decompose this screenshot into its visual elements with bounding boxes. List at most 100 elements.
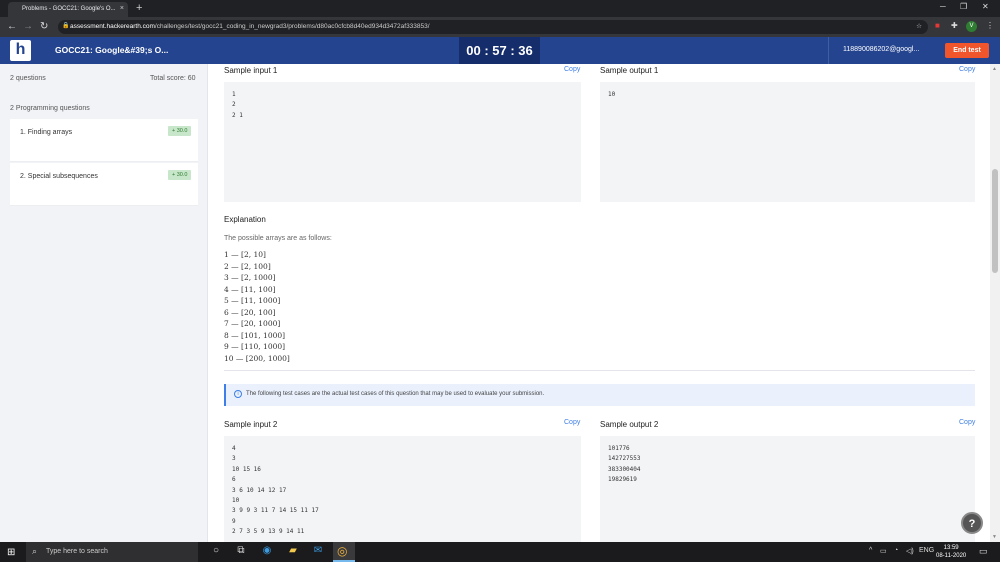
info-text: The following test cases are the actual … — [246, 391, 545, 397]
code-line: 1 — [232, 91, 236, 98]
page-scrollbar[interactable]: ▲ ▼ — [990, 64, 1000, 542]
bookmark-star-icon[interactable]: ☆ — [916, 22, 922, 30]
back-icon[interactable]: ← — [7, 21, 17, 32]
copy-output-1-button[interactable]: Copy — [959, 66, 975, 73]
code-line: 3 9 9 3 11 7 14 15 11 17 — [232, 507, 319, 515]
browser-tab[interactable]: Problems - GOCC21: Google's O... × — [8, 2, 128, 17]
app-header: h GOCC21: Google&#39;s O... 00 : 57 : 36… — [0, 37, 1000, 64]
search-icon: ⌕ — [32, 546, 38, 556]
code-line: 3 — [232, 455, 236, 463]
list-item: 7 — [20, 1000] — [224, 319, 281, 328]
code-line: 19829619 — [608, 476, 637, 484]
code-line: 9 — [232, 517, 236, 525]
info-icon: i — [234, 390, 242, 398]
info-notice: i The following test cases are the actua… — [224, 384, 975, 406]
copy-input-1-button[interactable]: Copy — [564, 66, 580, 73]
contest-title: GOCC21: Google&#39;s O... — [55, 45, 169, 55]
hackerearth-logo[interactable]: h — [10, 40, 31, 61]
sample-output-2-box: 101776 142727553 383300404 19829619 — [600, 436, 975, 542]
sample-input-1-box: 1 2 2 1 — [224, 82, 581, 202]
battery-icon[interactable]: ▭ — [880, 547, 887, 555]
clock-date: 08-11-2020 — [936, 553, 967, 559]
section-divider — [224, 370, 975, 371]
taskbar-search[interactable]: ⌕ Type here to search — [26, 542, 198, 562]
browser-menu-icon[interactable]: ⋮ — [986, 21, 994, 30]
code-line: 383300404 — [608, 465, 641, 473]
code-line: 10 — [232, 496, 240, 504]
code-line: 3 6 10 14 12 17 — [232, 486, 287, 494]
new-tab-icon[interactable]: + — [136, 2, 142, 14]
address-bar[interactable]: 🔒 assessment.hackerearth.com/challenges/… — [58, 20, 928, 34]
code-line: 10 — [608, 91, 616, 98]
cortana-icon[interactable]: ○ — [206, 545, 226, 556]
question-item-1[interactable]: 1. Finding arrays + 30.0 — [10, 119, 198, 162]
tab-title: Problems - GOCC21: Google's O... — [22, 6, 116, 12]
mail-icon[interactable]: ✉ — [308, 545, 328, 556]
problem-content: Sample input 1 Copy 1 2 2 1 Sample outpu… — [209, 64, 990, 542]
restore-icon[interactable]: ❐ — [960, 2, 967, 11]
question-count: 2 questions — [10, 75, 46, 82]
window-close-icon[interactable]: ✕ — [982, 2, 989, 11]
countdown-timer: 00 : 57 : 36 — [459, 37, 540, 64]
sample-input-2-label: Sample input 2 — [224, 420, 278, 429]
task-view-icon[interactable]: ⧉ — [231, 545, 251, 556]
code-line: 2 7 3 5 9 13 9 14 11 — [232, 528, 305, 536]
code-line: 101776 — [608, 445, 630, 452]
sample-output-2-label: Sample output 2 — [600, 420, 659, 429]
explanation-title: Explanation — [224, 215, 266, 224]
sample-output-1-label: Sample output 1 — [600, 66, 659, 75]
chrome-taskbar-button[interactable]: ◎ — [333, 542, 355, 562]
windows-taskbar: ⊞ ⌕ Type here to search ○ ⧉ ◉ ▰ ✉ ◎ ^ ▭ … — [0, 542, 1000, 562]
question-item-2[interactable]: 2. Special subsequences + 30.0 — [10, 163, 198, 206]
extensions-icon[interactable]: ✚ — [951, 21, 958, 30]
clock-time: 13:59 — [943, 545, 959, 551]
copy-output-2-button[interactable]: Copy — [959, 419, 975, 426]
network-icon[interactable]: ◔ — [894, 547, 898, 554]
user-email[interactable]: 118890086202@googl... — [828, 37, 936, 64]
profile-avatar[interactable]: V — [966, 21, 977, 32]
scroll-up-icon[interactable]: ▲ — [992, 66, 997, 72]
windows-start-icon[interactable]: ⊞ — [7, 547, 15, 558]
question-title: 1. Finding arrays — [20, 129, 73, 136]
code-line: 10 15 16 — [232, 465, 261, 473]
browser-tab-bar: Problems - GOCC21: Google's O... × + ─ ❐… — [0, 0, 1000, 17]
score-badge: + 30.0 — [168, 126, 192, 136]
question-sidebar: 2 questions Total score: 60 2 Programmin… — [0, 64, 208, 542]
code-line: 4 — [232, 445, 236, 452]
list-item: 10 — [200, 1000] — [224, 353, 290, 363]
list-item: 5 — [11, 1000] — [224, 296, 281, 305]
list-item: 8 — [101, 1000] — [224, 330, 286, 340]
volume-icon[interactable]: ◁) — [906, 547, 914, 555]
tray-chevron-icon[interactable]: ^ — [869, 547, 872, 554]
browser-toolbar: ← → ↻ 🔒 assessment.hackerearth.com/chall… — [0, 17, 1000, 37]
help-button[interactable]: ? — [961, 512, 983, 534]
sample-output-1-box: 10 — [600, 82, 975, 202]
list-item: 4 — [11, 100] — [224, 284, 276, 294]
url-path: /challenges/test/gocc21_coding_in_newgra… — [154, 23, 430, 30]
file-explorer-icon[interactable]: ▰ — [283, 545, 303, 556]
list-item: 9 — [110, 1000] — [224, 342, 286, 351]
total-score: Total score: 60 — [150, 75, 196, 82]
tab-close-icon[interactable]: × — [120, 5, 124, 12]
score-badge: + 30.0 — [168, 170, 192, 180]
list-item: 2 — [2, 100] — [224, 261, 271, 271]
edge-icon[interactable]: ◉ — [257, 545, 277, 556]
minimize-icon[interactable]: ─ — [940, 2, 946, 11]
scroll-down-icon[interactable]: ▼ — [992, 534, 997, 540]
list-item: 1 — [2, 10] — [224, 250, 266, 259]
language-indicator[interactable]: ENG — [919, 547, 934, 554]
system-clock[interactable]: 13:59 08-11-2020 — [936, 544, 966, 560]
list-item: 6 — [20, 100] — [224, 307, 276, 317]
end-test-button[interactable]: End test — [945, 43, 989, 58]
reload-icon[interactable]: ↻ — [40, 21, 48, 32]
lock-icon: 🔒 — [62, 23, 70, 29]
notification-icon[interactable]: ▭ — [979, 546, 988, 557]
pdf-extension-icon[interactable]: ■ — [935, 21, 940, 30]
search-placeholder: Type here to search — [46, 548, 108, 555]
url-host: assessment.hackerearth.com — [70, 23, 155, 30]
scrollbar-thumb[interactable] — [992, 169, 998, 273]
sample-input-1-label: Sample input 1 — [224, 66, 278, 75]
copy-input-2-button[interactable]: Copy — [564, 419, 580, 426]
code-line: 2 — [232, 101, 236, 109]
forward-icon[interactable]: → — [23, 21, 33, 32]
